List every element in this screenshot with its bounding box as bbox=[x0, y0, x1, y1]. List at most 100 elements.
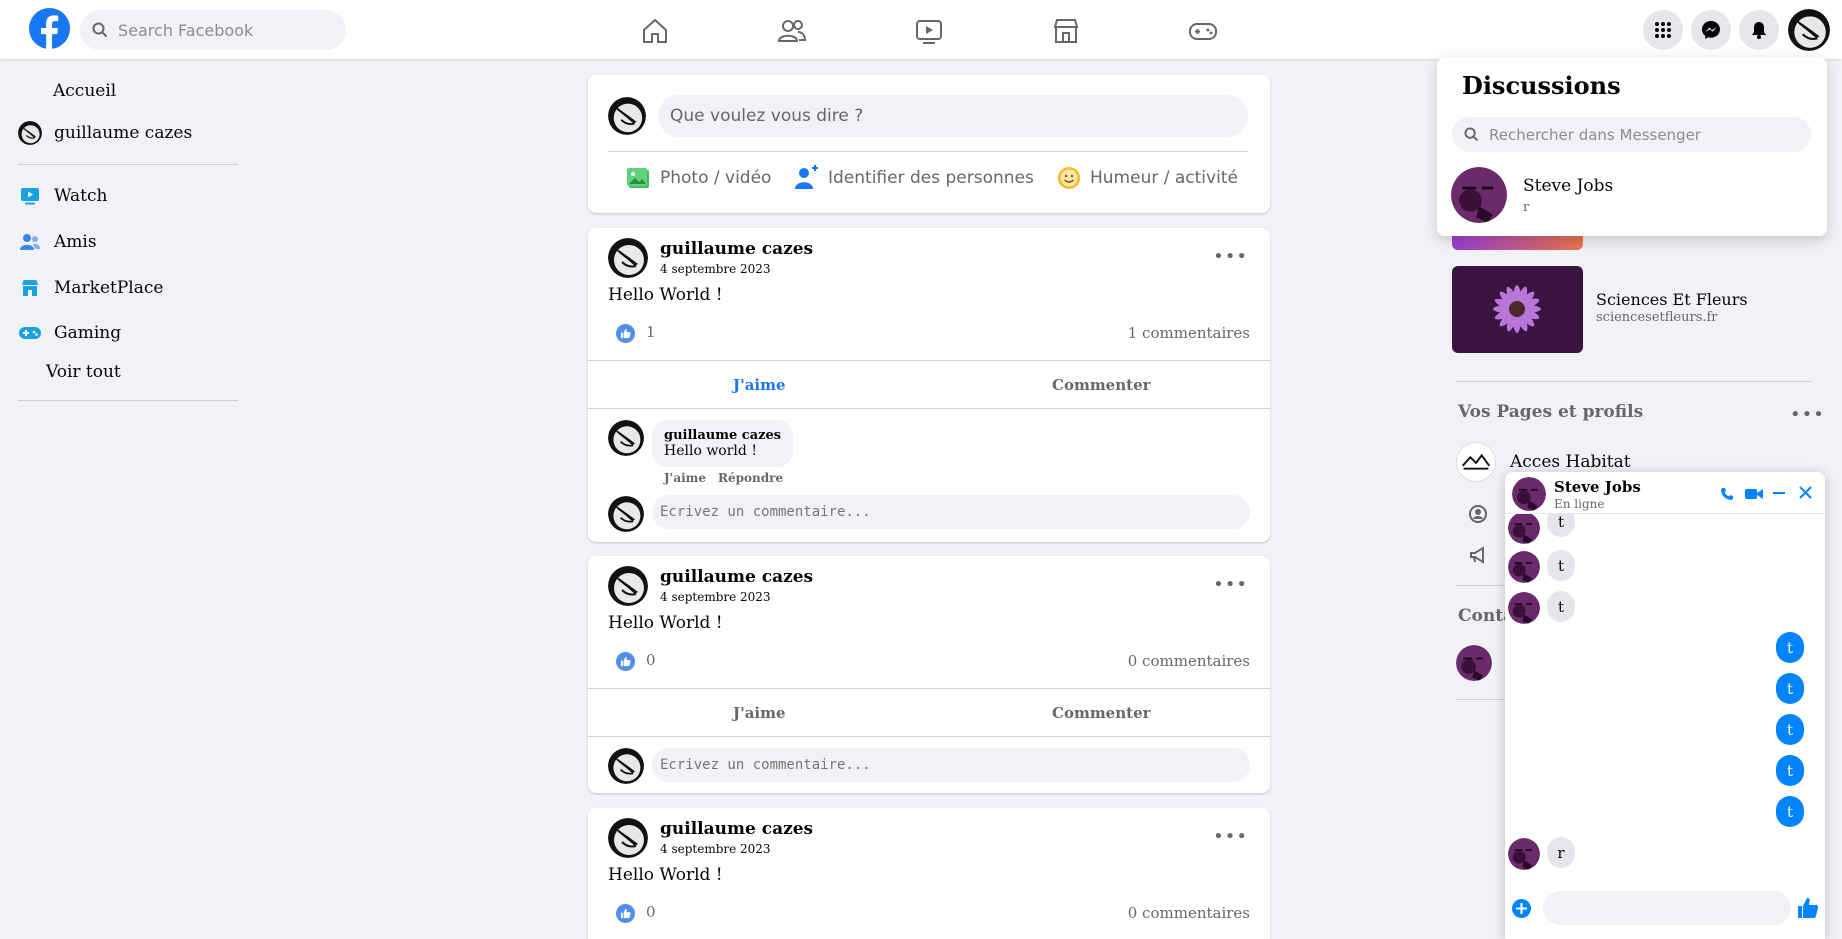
contact-avatar bbox=[1508, 551, 1540, 583]
composer-input[interactable]: Que voulez vous dire ? bbox=[658, 95, 1248, 137]
avatar[interactable] bbox=[608, 818, 648, 858]
marketplace-icon bbox=[18, 276, 42, 300]
chat-contact-name[interactable]: Steve Jobs bbox=[1554, 478, 1641, 496]
post-card: guillaume cazes 4 septembre 2023 ••• Hel… bbox=[588, 556, 1270, 793]
top-navigation-bar bbox=[0, 0, 1842, 59]
search-bar[interactable] bbox=[80, 10, 346, 50]
conversation-name: Steve Jobs bbox=[1523, 176, 1614, 196]
sidebar-item-label: guillaume cazes bbox=[54, 123, 193, 143]
sidebar-item-gaming[interactable]: Gaming bbox=[18, 316, 121, 350]
avatar bbox=[608, 97, 646, 135]
post-card: guillaume cazes 4 septembre 2023 ••• Hel… bbox=[588, 228, 1270, 542]
conversation-item[interactable]: Steve Jobs r bbox=[1451, 167, 1811, 225]
like-button[interactable]: J'aime bbox=[733, 704, 786, 722]
watch-icon[interactable] bbox=[912, 14, 946, 48]
sponsored-image[interactable] bbox=[1452, 266, 1583, 353]
comment-count[interactable]: 0 commentaires bbox=[1128, 652, 1250, 670]
more-options-icon[interactable]: ••• bbox=[1213, 246, 1248, 267]
sponsored-url[interactable]: sciencesetfleurs.fr bbox=[1596, 310, 1718, 325]
home-icon[interactable] bbox=[638, 14, 672, 48]
close-icon[interactable] bbox=[1798, 485, 1813, 504]
more-options-icon[interactable]: ••• bbox=[1790, 404, 1824, 425]
friends-icon[interactable] bbox=[775, 14, 809, 48]
contact-avatar[interactable] bbox=[1456, 645, 1492, 681]
gaming-icon[interactable] bbox=[1186, 14, 1220, 48]
megaphone-icon[interactable] bbox=[1468, 545, 1488, 569]
sidebar-item-amis[interactable]: Amis bbox=[18, 225, 97, 259]
sidebar-item-watch[interactable]: Watch bbox=[18, 179, 107, 213]
sidebar-item-profile[interactable]: guillaume cazes bbox=[18, 116, 192, 150]
like-reaction-icon bbox=[616, 324, 635, 343]
notifications-icon[interactable] bbox=[1739, 10, 1779, 50]
action-label: Identifier des personnes bbox=[828, 168, 1034, 188]
sidebar-item-accueil[interactable]: Accueil bbox=[53, 74, 116, 108]
feeling-activity-button[interactable]: Humeur / activité bbox=[1056, 165, 1238, 191]
add-attachment-icon[interactable] bbox=[1511, 898, 1532, 923]
comment-button[interactable]: Commenter bbox=[1052, 376, 1151, 394]
messenger-search-input[interactable] bbox=[1489, 125, 1789, 144]
post-text: Hello World ! bbox=[608, 865, 723, 885]
message-bubble: t bbox=[1776, 632, 1804, 663]
post-author[interactable]: guillaume cazes bbox=[660, 567, 813, 587]
chat-window: Steve Jobs En ligne t t t t t t t t r bbox=[1505, 472, 1825, 939]
post-author[interactable]: guillaume cazes bbox=[660, 239, 813, 259]
see-all-link[interactable]: Voir tout bbox=[46, 355, 121, 389]
post-divider bbox=[588, 736, 1270, 737]
thumbs-up-icon[interactable] bbox=[1797, 897, 1819, 923]
sidebar-item-label: MarketPlace bbox=[54, 278, 164, 298]
chat-message-input[interactable] bbox=[1543, 891, 1791, 925]
comment-count[interactable]: 0 commentaires bbox=[1128, 904, 1250, 922]
comment-input[interactable] bbox=[652, 495, 1250, 529]
facebook-logo-icon[interactable] bbox=[29, 8, 70, 50]
avatar bbox=[18, 121, 42, 145]
more-options-icon[interactable]: ••• bbox=[1213, 574, 1248, 595]
marketplace-icon[interactable] bbox=[1049, 14, 1083, 48]
sponsored-title[interactable]: Sciences Et Fleurs bbox=[1596, 290, 1748, 309]
search-icon bbox=[1464, 127, 1479, 142]
phone-icon[interactable] bbox=[1720, 486, 1734, 505]
more-options-icon[interactable]: ••• bbox=[1213, 826, 1248, 847]
minimize-icon[interactable] bbox=[1772, 485, 1786, 504]
messenger-search-bar[interactable] bbox=[1452, 117, 1811, 152]
sidebar-divider bbox=[18, 164, 238, 165]
post-date: 4 septembre 2023 bbox=[660, 262, 771, 276]
search-input[interactable] bbox=[118, 20, 328, 40]
post-date: 4 septembre 2023 bbox=[660, 590, 771, 604]
message-bubble: t bbox=[1776, 796, 1804, 827]
messenger-icon[interactable] bbox=[1691, 10, 1731, 50]
comment-button[interactable]: Commenter bbox=[1052, 704, 1151, 722]
switch-profile-icon[interactable] bbox=[1468, 504, 1488, 528]
gaming-icon bbox=[18, 321, 42, 345]
like-reaction-icon bbox=[616, 904, 635, 923]
page-name[interactable]: Acces Habitat bbox=[1510, 452, 1631, 472]
page-logo[interactable] bbox=[1456, 442, 1496, 482]
discussions-title: Discussions bbox=[1462, 71, 1621, 100]
comment-input[interactable] bbox=[652, 748, 1250, 782]
comment-reply-link[interactable]: Répondre bbox=[718, 471, 783, 485]
avatar[interactable] bbox=[608, 566, 648, 606]
message-bubble: r bbox=[1547, 837, 1575, 868]
tag-people-button[interactable]: Identifier des personnes bbox=[794, 165, 1034, 191]
sidebar-item-label: Amis bbox=[54, 232, 97, 252]
like-reaction-icon bbox=[616, 652, 635, 671]
comment-author[interactable]: guillaume cazes bbox=[664, 428, 781, 443]
avatar[interactable] bbox=[608, 238, 648, 278]
message-bubble: t bbox=[1776, 714, 1804, 745]
avatar[interactable] bbox=[608, 420, 644, 456]
comment-bubble: guillaume cazes Hello world ! bbox=[652, 420, 794, 467]
comment-count[interactable]: 1 commentaires bbox=[1128, 324, 1250, 342]
like-count: 0 bbox=[646, 651, 656, 669]
post-author[interactable]: guillaume cazes bbox=[660, 819, 813, 839]
like-button[interactable]: J'aime bbox=[733, 376, 786, 394]
conversation-last-message: r bbox=[1523, 200, 1530, 215]
composer-divider bbox=[608, 151, 1248, 152]
comment-like-link[interactable]: J'aime bbox=[664, 471, 706, 485]
menu-grid-icon[interactable] bbox=[1643, 10, 1683, 50]
contact-avatar[interactable] bbox=[1512, 477, 1546, 511]
account-avatar[interactable] bbox=[1788, 9, 1830, 51]
like-count: 0 bbox=[646, 903, 656, 921]
photo-video-button[interactable]: Photo / vidéo bbox=[626, 165, 771, 191]
sidebar-item-label: Watch bbox=[54, 186, 108, 206]
video-call-icon[interactable] bbox=[1745, 486, 1763, 505]
sidebar-item-marketplace[interactable]: MarketPlace bbox=[18, 271, 163, 305]
